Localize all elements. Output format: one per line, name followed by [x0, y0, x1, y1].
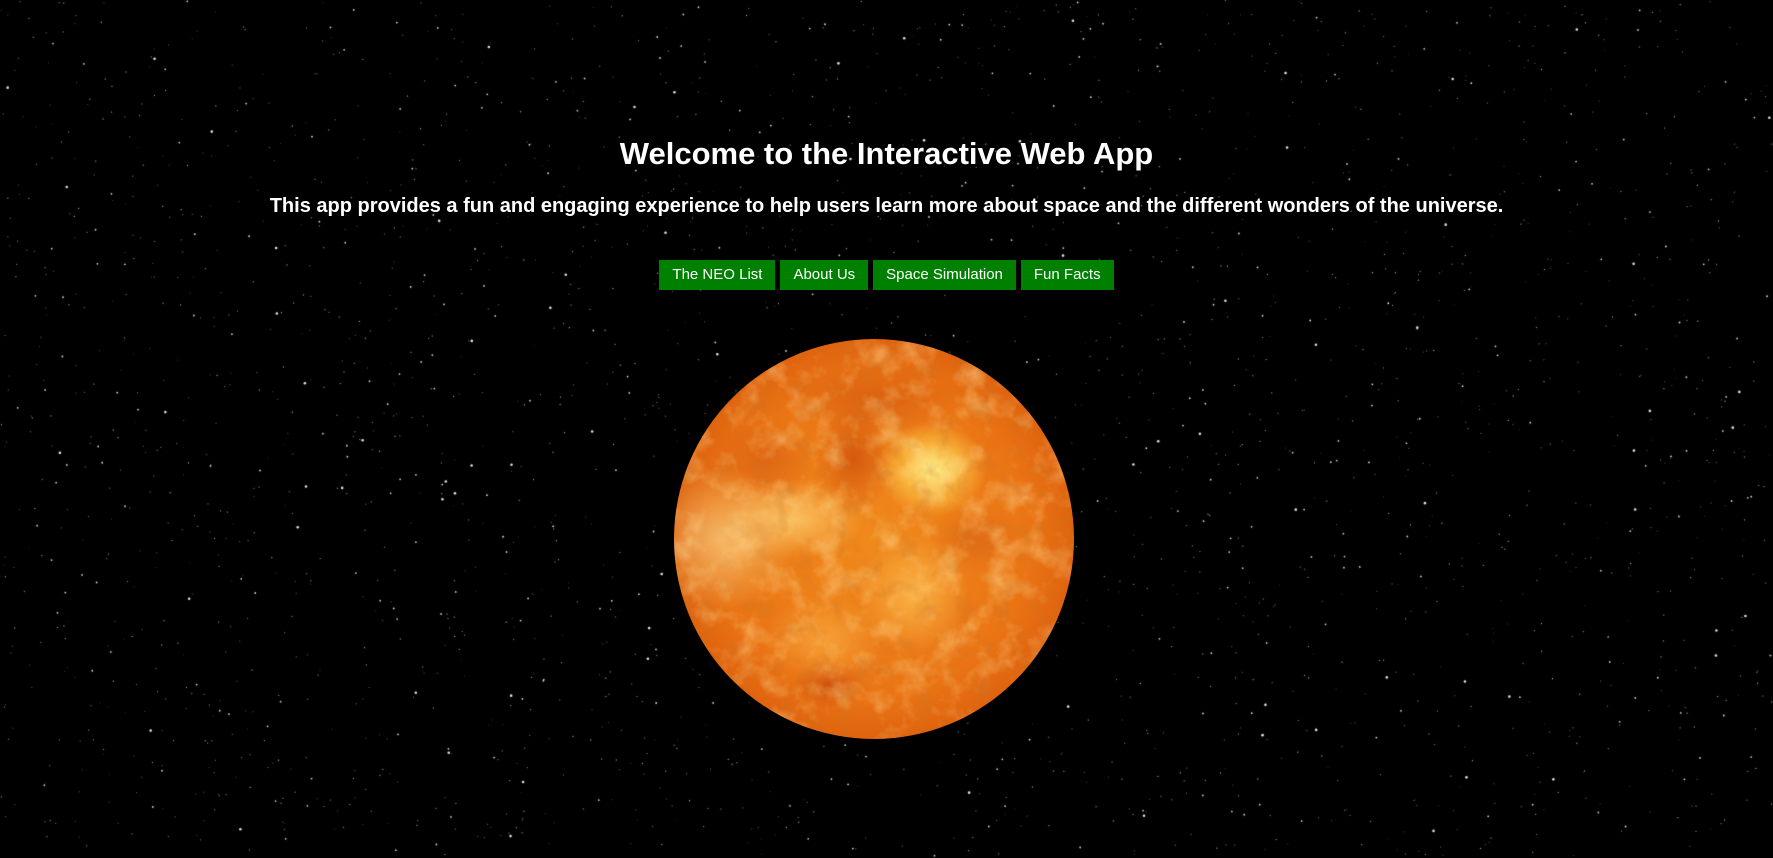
- about-us-button[interactable]: About Us: [780, 260, 869, 290]
- neo-list-button[interactable]: The NEO List: [659, 260, 776, 290]
- nav-buttons: The NEO List About Us Space Simulation F…: [0, 260, 1773, 290]
- space-simulation-button[interactable]: Space Simulation: [873, 260, 1016, 290]
- page-subtitle: This app provides a fun and engaging exp…: [269, 195, 1504, 217]
- sun-surface-texture: [674, 339, 1074, 739]
- fun-facts-button[interactable]: Fun Facts: [1020, 260, 1114, 290]
- sun-sphere[interactable]: [674, 339, 1074, 739]
- page-title: Welcome to the Interactive Web App: [619, 136, 1154, 171]
